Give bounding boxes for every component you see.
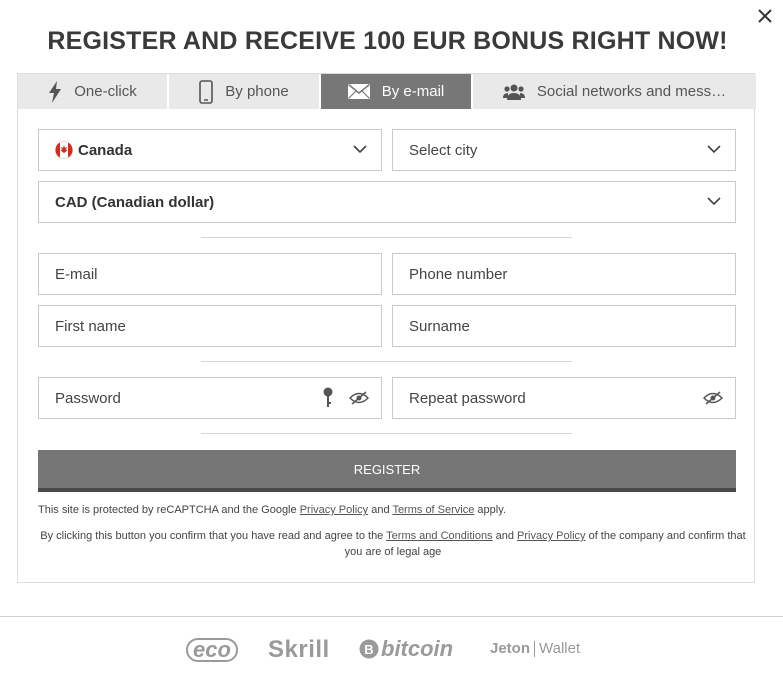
divider xyxy=(201,237,572,238)
tab-one-click[interactable]: One-click xyxy=(18,74,169,109)
eye-hidden-icon[interactable] xyxy=(703,391,723,405)
close-icon xyxy=(758,9,772,23)
and-text: and xyxy=(371,504,390,516)
tab-by-phone[interactable]: By phone xyxy=(169,74,321,109)
skrill-logo-text: Skrill xyxy=(268,636,330,663)
privacy-policy-link[interactable]: Privacy Policy xyxy=(300,504,368,516)
currency-value: CAD (Canadian dollar) xyxy=(55,193,215,211)
svg-text:B: B xyxy=(364,642,373,657)
terms-of-service-link[interactable]: Terms of Service xyxy=(392,504,474,516)
phone-placeholder: Phone number xyxy=(409,265,508,283)
privacy-policy-link[interactable]: Privacy Policy xyxy=(517,530,585,542)
bitcoin-logo: B bitcoin xyxy=(359,636,453,662)
first-name-placeholder: First name xyxy=(55,317,126,335)
password-placeholder: Password xyxy=(55,389,121,407)
eye-hidden-icon[interactable] xyxy=(349,391,369,405)
lightning-icon xyxy=(49,80,62,103)
bitcoin-icon: B xyxy=(359,639,379,659)
envelope-icon xyxy=(347,84,370,99)
country-select[interactable]: Canada xyxy=(38,129,382,171)
chevron-down-icon xyxy=(353,145,367,154)
footer-divider xyxy=(0,616,783,617)
and-text: and xyxy=(495,530,514,542)
recaptcha-prefix: This site is protected by reCAPTCHA and … xyxy=(38,504,297,516)
email-field[interactable]: E-mail xyxy=(38,253,382,295)
page-title: REGISTER AND RECEIVE 100 EUR BONUS RIGHT… xyxy=(47,27,728,55)
eco-logo: eco xyxy=(186,638,238,662)
skrill-logo: Skrill xyxy=(268,636,330,664)
city-select[interactable]: Select city xyxy=(392,129,736,171)
divider xyxy=(201,361,572,362)
logo-separator xyxy=(534,640,536,657)
bitcoin-logo-text: bitcoin xyxy=(381,636,454,661)
recaptcha-notice: This site is protected by reCAPTCHA and … xyxy=(38,502,736,518)
surname-field[interactable]: Surname xyxy=(392,305,736,347)
jeton-wallet-logo: Jeton Wallet xyxy=(490,640,580,657)
surname-placeholder: Surname xyxy=(409,317,470,335)
repeat-password-placeholder: Repeat password xyxy=(409,389,526,407)
city-placeholder: Select city xyxy=(409,141,478,159)
country-value: Canada xyxy=(78,141,133,159)
password-field[interactable]: Password xyxy=(38,377,382,419)
close-button[interactable] xyxy=(755,6,775,26)
phone-field[interactable]: Phone number xyxy=(392,253,736,295)
email-placeholder: E-mail xyxy=(55,265,98,283)
canada-flag-icon xyxy=(55,141,73,159)
chevron-down-icon xyxy=(707,145,721,154)
phone-icon xyxy=(199,79,214,104)
apply-text: apply. xyxy=(477,504,506,516)
register-button[interactable]: REGISTER xyxy=(38,450,736,492)
registration-panel: One-click By phone By e-mail Social netw… xyxy=(17,73,756,583)
tab-label: One-click xyxy=(74,83,137,100)
first-name-field[interactable]: First name xyxy=(38,305,382,347)
wallet-logo-text: Wallet xyxy=(539,640,581,657)
currency-select[interactable]: CAD (Canadian dollar) xyxy=(38,181,736,223)
confirm-prefix: By clicking this button you confirm that… xyxy=(40,530,384,542)
key-icon[interactable] xyxy=(323,387,333,409)
tab-by-email[interactable]: By e-mail xyxy=(321,74,473,109)
jeton-logo-text: Jeton xyxy=(490,640,531,657)
registration-tabs: One-click By phone By e-mail Social netw… xyxy=(18,74,756,109)
tab-label: Social networks and mess… xyxy=(536,83,727,100)
users-icon xyxy=(502,84,525,100)
repeat-password-field[interactable]: Repeat password xyxy=(392,377,736,419)
terms-and-conditions-link[interactable]: Terms and Conditions xyxy=(386,530,492,542)
tab-label: By phone xyxy=(225,83,289,100)
tab-social-networks[interactable]: Social networks and mess… xyxy=(473,74,756,109)
confirm-notice: By clicking this button you confirm that… xyxy=(38,528,748,560)
divider xyxy=(201,433,572,434)
eco-logo-text: eco xyxy=(186,638,238,662)
chevron-down-icon xyxy=(707,197,721,206)
tab-label: By e-mail xyxy=(381,83,445,100)
